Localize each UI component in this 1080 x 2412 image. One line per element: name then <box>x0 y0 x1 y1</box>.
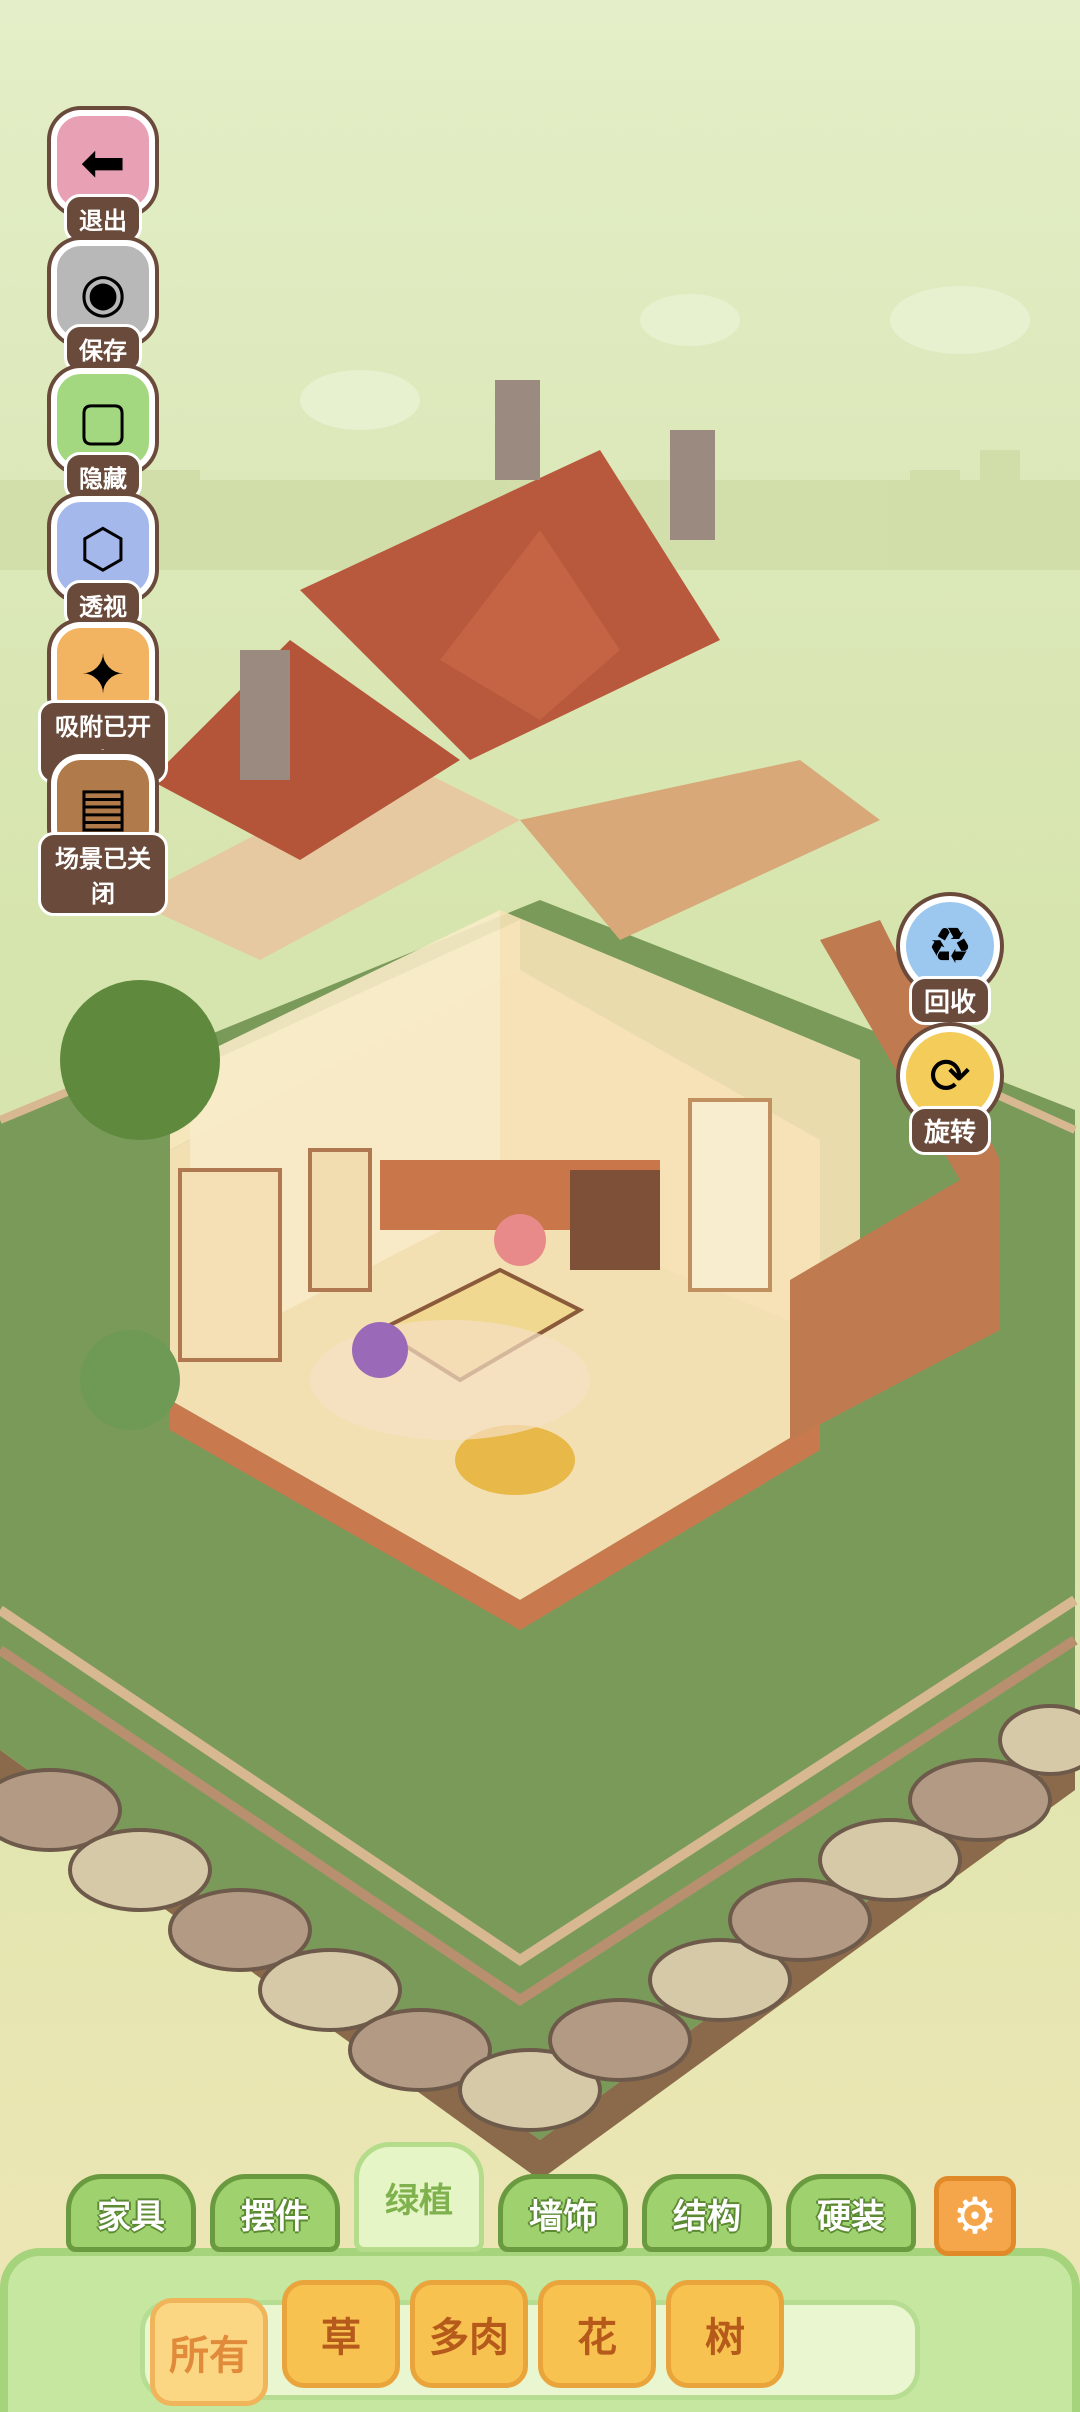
scene-toggle-button[interactable]: ▤ 场景已关闭 <box>38 754 168 916</box>
exit-button[interactable]: ⬅ 退出 <box>38 110 168 243</box>
chimney-left <box>240 650 290 780</box>
hide-label: 隐藏 <box>64 452 142 501</box>
recycle-label: 回收 <box>908 976 991 1025</box>
chimney-right <box>495 380 540 480</box>
settings-button[interactable]: ⚙ <box>934 2176 1016 2256</box>
flower-pot[interactable] <box>352 1322 408 1378</box>
gear-icon: ⚙ <box>952 2187 998 2245</box>
hide-button[interactable]: ▢ 隐藏 <box>38 368 168 501</box>
category-tabs: 家具 摆件 绿植 墙饰 结构 硬装 ⚙ <box>66 2142 1026 2256</box>
rug[interactable] <box>310 1320 590 1440</box>
tab-plants[interactable]: 绿植 <box>354 2142 484 2252</box>
rotate-label: 旋转 <box>908 1106 991 1155</box>
perspective-button[interactable]: ⬡ 透视 <box>38 496 168 629</box>
tab-wall-decor[interactable]: 墙饰 <box>498 2174 628 2252</box>
tab-furniture[interactable]: 家具 <box>66 2174 196 2252</box>
scene-label: 场景已关闭 <box>38 832 168 916</box>
fridge[interactable] <box>308 1148 372 1292</box>
round-shrub[interactable] <box>80 1330 180 1430</box>
recycle-button[interactable]: ♻ 回收 <box>890 896 1010 1025</box>
subtab-tree[interactable]: 树 <box>666 2280 784 2388</box>
subtab-flower[interactable]: 花 <box>538 2280 656 2388</box>
stove[interactable] <box>570 1170 660 1270</box>
cabinet[interactable] <box>178 1168 282 1362</box>
door[interactable] <box>688 1098 772 1292</box>
subtab-grass[interactable]: 草 <box>282 2280 400 2388</box>
vine-bush[interactable] <box>60 980 220 1140</box>
exit-label: 退出 <box>64 194 142 243</box>
subtab-succulent[interactable]: 多肉 <box>410 2280 528 2388</box>
save-button[interactable]: ◉ 保存 <box>38 240 168 373</box>
subtab-all[interactable]: 所有 <box>150 2298 268 2406</box>
tab-structure[interactable]: 结构 <box>642 2174 772 2252</box>
chimney-back <box>670 430 715 540</box>
rose-vase[interactable] <box>494 1214 546 1266</box>
save-label: 保存 <box>64 324 142 373</box>
balcony[interactable] <box>520 760 880 940</box>
clouds <box>300 286 1030 430</box>
tab-ornaments[interactable]: 摆件 <box>210 2174 340 2252</box>
tab-hardscape[interactable]: 硬装 <box>786 2174 916 2252</box>
rotate-button[interactable]: ⟳ 旋转 <box>890 1026 1010 1155</box>
